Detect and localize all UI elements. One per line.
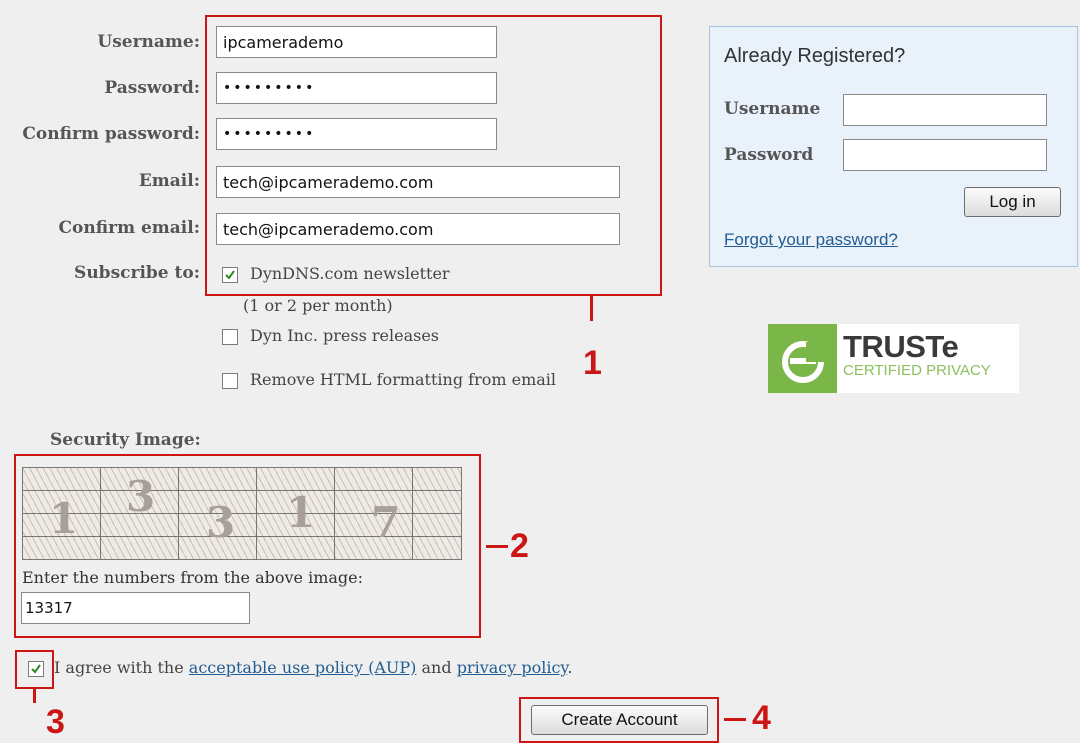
annotation-box-4 [519,697,719,743]
agreement-prefix: I agree with the [54,658,184,677]
annotation-connector-1 [590,295,593,321]
annotation-connector-3 [33,689,36,703]
login-password-input[interactable] [843,139,1047,171]
security-image-label: Security Image: [50,430,201,450]
remove-html-checkbox[interactable] [222,373,238,389]
press-releases-label: Dyn Inc. press releases [250,326,440,345]
forgot-password-link[interactable]: Forgot your password? [724,230,898,250]
login-username-input[interactable] [843,94,1047,126]
annotation-connector-4 [724,718,746,721]
login-button[interactable]: Log in [964,187,1061,217]
remove-html-label: Remove HTML formatting from email [250,370,557,389]
truste-tagline: CERTIFIED PRIVACY [843,362,991,379]
press-releases-checkbox[interactable] [222,329,238,345]
login-title: Already Registered? [724,45,906,67]
truste-name: TRUSTe [843,329,959,364]
newsletter-note: (1 or 2 per month) [243,296,393,315]
agreement-and: and [421,658,452,677]
annotation-connector-2 [486,545,508,548]
annotation-number-4: 4 [752,699,771,737]
annotation-box-1 [205,15,662,296]
aup-link[interactable]: acceptable use policy (AUP) [189,658,417,677]
privacy-policy-link[interactable]: privacy policy [457,658,568,677]
annotation-box-2 [14,454,481,638]
agreement-suffix: . [567,658,573,677]
password-label: Password: [104,78,200,98]
agreement-text: I agree with the acceptable use policy (… [54,658,572,677]
truste-logo-icon [768,324,837,393]
annotation-number-2: 2 [510,527,529,565]
annotation-number-3: 3 [46,703,65,741]
login-password-label: Password [724,145,814,165]
email-label: Email: [138,171,200,191]
confirm-email-label: Confirm email: [58,218,200,238]
confirm-password-label: Confirm password: [22,124,200,144]
login-username-label: Username [724,99,821,119]
subscribe-label: Subscribe to: [74,263,200,283]
annotation-box-3 [15,650,54,689]
username-label: Username: [97,32,200,52]
annotation-number-1: 1 [583,344,602,382]
